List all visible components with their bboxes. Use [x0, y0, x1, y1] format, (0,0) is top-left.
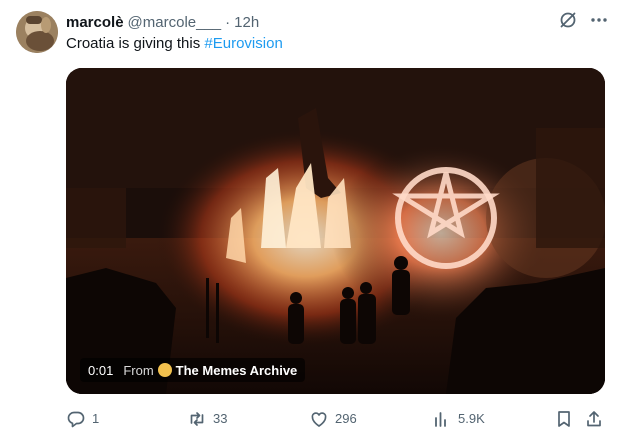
views-button[interactable]: 5.9K: [432, 408, 485, 430]
top-actions: [558, 10, 608, 30]
video-timestamp: 0:01: [88, 362, 114, 378]
user-handle[interactable]: @marcole___: [128, 14, 222, 31]
share-button[interactable]: [584, 408, 610, 430]
grok-icon[interactable]: [558, 10, 578, 30]
source-avatar-icon: [157, 363, 172, 377]
like-count: 296: [335, 411, 357, 426]
repost-button[interactable]: 33: [187, 408, 227, 430]
tweet-body: Croatia is giving this: [66, 35, 205, 52]
source-name[interactable]: The Memes Archive: [176, 363, 298, 378]
video-info-bar: 0:01 From The Memes Archive: [80, 358, 306, 382]
reply-icon: [67, 411, 85, 428]
action-bar: 1 33 296 5.9K: [66, 408, 606, 430]
repost-count: 33: [213, 411, 228, 426]
hashtag-link[interactable]: #Eurovision: [204, 35, 282, 52]
bookmark-button[interactable]: [554, 408, 580, 430]
video-frame: [66, 68, 605, 394]
share-icon: [587, 411, 601, 427]
like-icon: [311, 412, 327, 427]
views-count: 5.9K: [458, 411, 485, 426]
tweet: marcolè @marcole___ · 12h Croatia is giv…: [0, 0, 622, 439]
reply-count: 1: [92, 411, 100, 426]
from-label: From: [123, 362, 154, 378]
timestamp[interactable]: 12h: [234, 14, 259, 31]
display-name[interactable]: marcolè: [66, 14, 124, 31]
repost-icon: [190, 412, 204, 426]
video-player[interactable]: 0:01 From The Memes Archive: [66, 68, 605, 394]
tweet-header: marcolè @marcole___ · 12h: [66, 11, 259, 33]
avatar[interactable]: [16, 11, 58, 53]
views-icon: [435, 412, 446, 427]
like-button[interactable]: 296: [309, 408, 357, 430]
more-icon[interactable]: [590, 11, 608, 29]
reply-button[interactable]: 1: [66, 408, 99, 430]
bookmark-icon: [558, 411, 570, 427]
tweet-text: Croatia is giving this #Eurovision: [66, 35, 283, 52]
separator-dot: ·: [225, 13, 231, 31]
